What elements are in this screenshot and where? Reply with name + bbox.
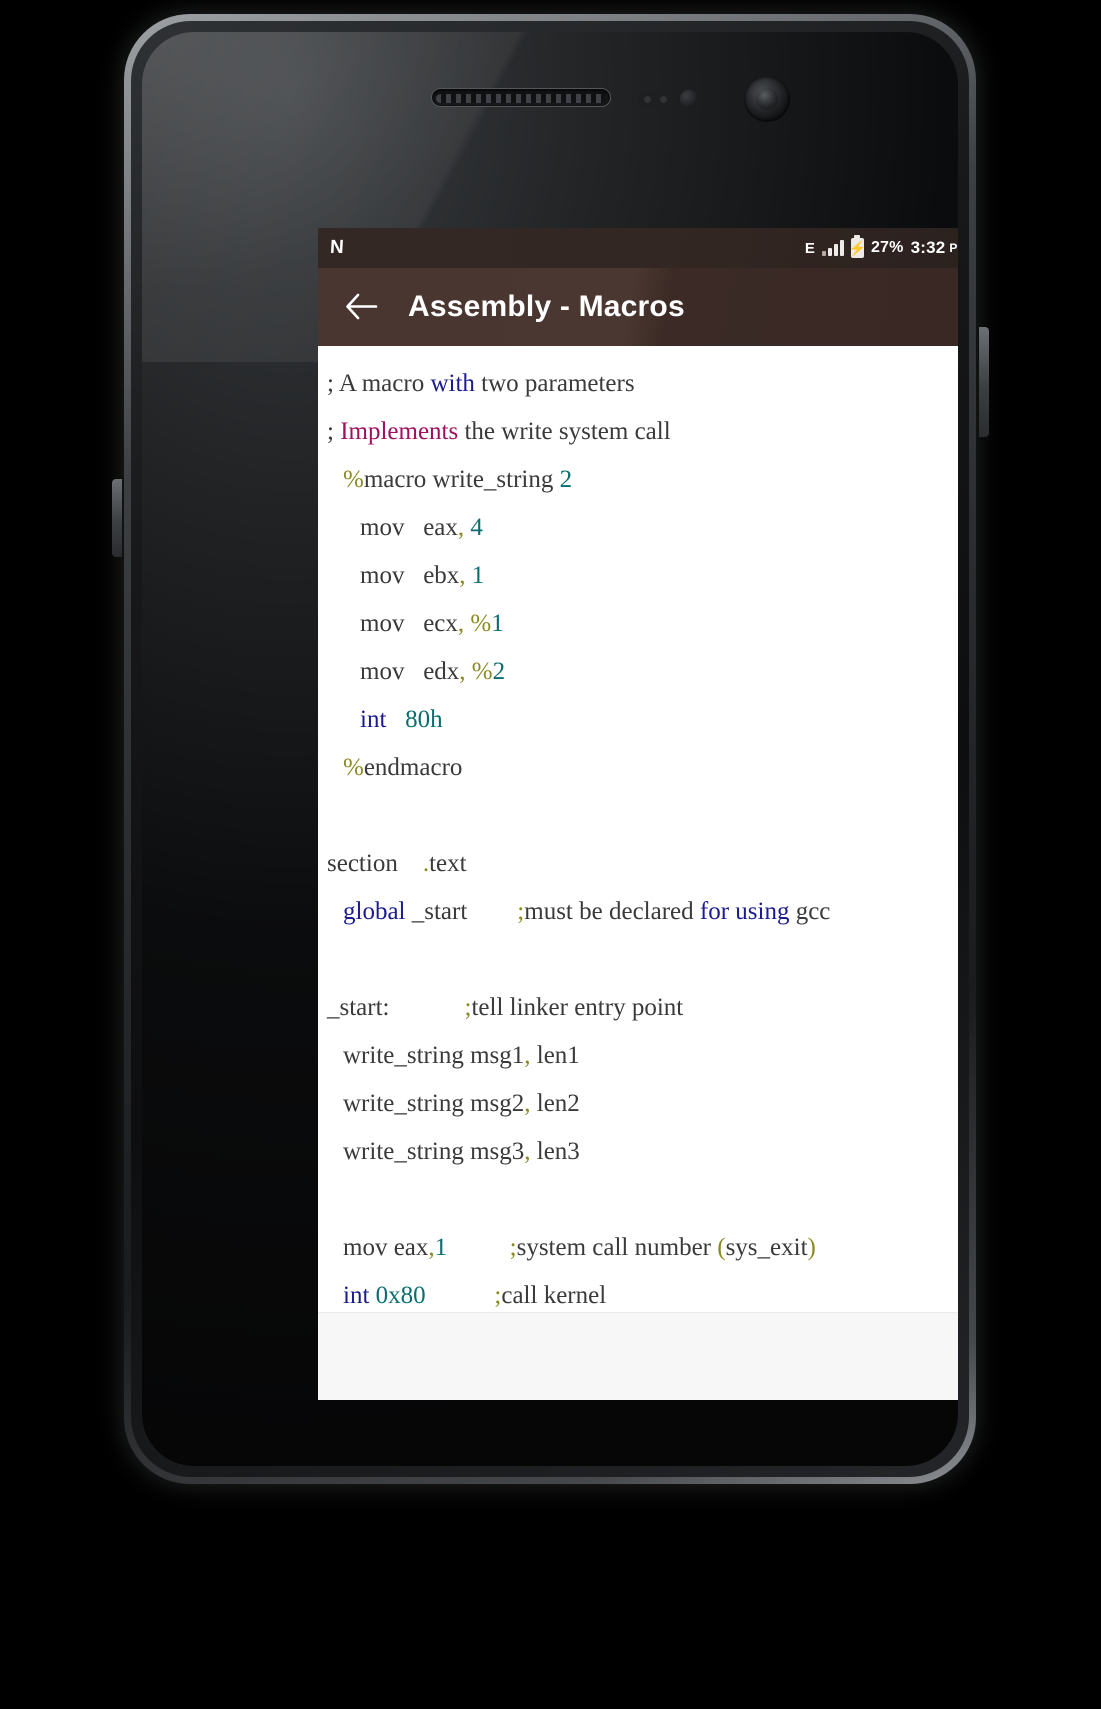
code-token: tell linker entry point (471, 994, 684, 1021)
screenshot-root: N E ⚡ 27% 3:32 PM (0, 0, 1101, 1709)
back-arrow-icon[interactable] (342, 288, 380, 326)
code-token: mov edx (360, 658, 460, 685)
code-token: len2 (530, 1090, 580, 1117)
device-screen: N E ⚡ 27% 3:32 PM (318, 228, 958, 1400)
code-line: mov ebx, 1 (318, 552, 958, 600)
code-token: section (327, 850, 423, 877)
code-line: global _start ;must be declared for usin… (318, 888, 958, 936)
code-line: section .text (318, 840, 958, 888)
code-token: int (360, 706, 387, 733)
earpiece-speaker-icon (431, 88, 611, 107)
network-type-label: E (804, 239, 815, 257)
code-line: write_string msg1, len1 (318, 1032, 958, 1080)
code-token: write_string msg3 (343, 1138, 525, 1165)
power-button[interactable] (979, 327, 989, 437)
phone-frame-inner: N E ⚡ 27% 3:32 PM (131, 21, 969, 1477)
volume-button[interactable] (112, 479, 122, 557)
phone-frame: N E ⚡ 27% 3:32 PM (124, 14, 976, 1484)
code-token: write_string msg2 (343, 1090, 525, 1117)
code-token: text (429, 850, 467, 877)
code-token: global (343, 898, 406, 925)
app-bar: Assembly - Macros (318, 268, 958, 346)
code-token: int (343, 1282, 370, 1309)
code-line: %macro write_string 2 (318, 456, 958, 504)
code-token: 2 (492, 658, 506, 685)
code-line: mov eax,1 ;system call number (sys_exit) (318, 1224, 958, 1272)
code-token: ; (509, 1234, 517, 1261)
code-token: mov ecx (360, 610, 458, 637)
code-token: len3 (530, 1138, 580, 1165)
code-token: 80h (405, 706, 443, 733)
status-bar-right: E ⚡ 27% 3:32 PM (804, 235, 958, 258)
code-token: ) (807, 1234, 816, 1261)
code-token: _start (405, 898, 518, 925)
code-token: system call number (516, 1234, 718, 1261)
code-content-area[interactable]: ; A macro with two parameters; Implement… (318, 346, 958, 1400)
code-line: %endmacro (318, 744, 958, 792)
code-line: mov eax, 4 (318, 504, 958, 552)
code-line: int 80h (318, 696, 958, 744)
battery-charging-icon: ⚡ (848, 235, 867, 258)
code-token: 4 (470, 514, 483, 541)
code-token: write_string msg1 (343, 1042, 525, 1069)
code-line: _start: ;tell linker entry point (318, 984, 958, 1032)
code-token: % (343, 466, 364, 493)
code-token: 0x80 (375, 1282, 426, 1309)
code-token: gcc (789, 898, 831, 925)
nougat-logo-icon: N (329, 237, 344, 258)
code-token: % (471, 658, 493, 685)
front-camera-icon (744, 76, 790, 122)
code-line: ; A macro with two parameters (318, 360, 958, 408)
code-token: ( (717, 1234, 726, 1261)
status-bar-left: N (329, 237, 344, 259)
code-token: 2 (559, 466, 573, 493)
code-token: call kernel (501, 1282, 607, 1309)
ambient-light-sensor-icon (680, 90, 698, 108)
code-token: mov eax (360, 514, 458, 541)
phone-bottom-bezel (142, 1368, 958, 1466)
code-token: % (470, 610, 492, 637)
code-token: _start: (327, 994, 465, 1021)
code-token: for using (699, 898, 790, 925)
code-line: ; Implements the write system call (318, 408, 958, 456)
code-line: write_string msg2, len2 (318, 1080, 958, 1128)
code-token: % (343, 754, 364, 781)
clock-ampm-label: PM (949, 241, 958, 255)
proximity-sensor-icon (638, 92, 676, 107)
code-token: ; (327, 418, 341, 445)
code-token: macro write_string (363, 466, 560, 493)
code-token: 1 (434, 1234, 448, 1261)
page-title: Assembly - Macros (408, 290, 685, 323)
code-token: must be declared (524, 898, 700, 925)
code-token: with (430, 370, 475, 397)
code-token: Implements (340, 418, 459, 445)
phone-body: N E ⚡ 27% 3:32 PM (142, 32, 958, 1466)
battery-percent-label: 27% (870, 239, 904, 256)
code-line: mov edx, %2 (318, 648, 958, 696)
code-token: ; A macro (327, 370, 431, 397)
signal-bars-icon (821, 240, 844, 256)
code-line: mov ecx, %1 (318, 600, 958, 648)
code-token: two parameters (474, 370, 635, 397)
code-token: endmacro (363, 754, 463, 781)
code-token: mov eax (343, 1234, 429, 1261)
code-token: mov ebx (360, 562, 460, 589)
code-token: 1 (491, 610, 504, 637)
code-token: the write system call (458, 418, 671, 445)
code-token: sys_exit (725, 1234, 808, 1261)
status-bar: N E ⚡ 27% 3:32 PM (318, 228, 958, 268)
code-token: 1 (471, 562, 485, 589)
code-token: len1 (530, 1042, 580, 1069)
clock-time-label: 3:32 (910, 238, 946, 257)
code-line: write_string msg3, len3 (318, 1128, 958, 1176)
